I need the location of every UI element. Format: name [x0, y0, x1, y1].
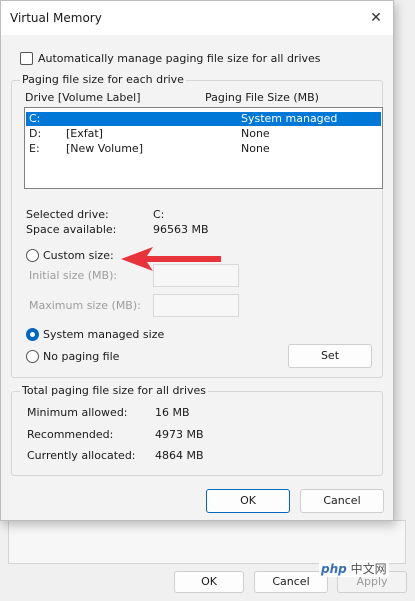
drive-row-c[interactable]: C: System managed [26, 112, 381, 126]
drive-letter: E: [29, 142, 40, 155]
no-paging-label[interactable]: No paging file [43, 350, 119, 363]
background-panel [8, 520, 406, 564]
drive-row-d[interactable]: D: [Exfat] None [26, 127, 381, 141]
drive-letter: C: [29, 112, 41, 125]
drive-paging-size: None [241, 127, 270, 140]
drive-list[interactable]: C: System managed D: [Exfat] None E: [Ne… [24, 107, 383, 189]
system-managed-label[interactable]: System managed size [43, 328, 164, 341]
custom-size-radio[interactable] [26, 249, 39, 262]
custom-size-label[interactable]: Custom size: [43, 249, 114, 262]
space-available-value: 96563 MB [153, 223, 209, 236]
auto-manage-checkbox[interactable] [20, 52, 33, 65]
red-arrow-annotation-icon [121, 247, 221, 271]
dialog-title: Virtual Memory [10, 11, 102, 25]
watermark-logo: php [321, 562, 347, 576]
no-paging-radio[interactable] [26, 350, 39, 363]
initial-size-label: Initial size (MB): [29, 269, 118, 282]
paging-group-label: Paging file size for each drive [20, 73, 186, 86]
maximum-size-input[interactable] [153, 294, 239, 317]
watermark: php 中文网 [319, 560, 389, 577]
column-header-size: Paging File Size (MB) [205, 91, 319, 104]
auto-manage-label[interactable]: Automatically manage paging file size fo… [38, 52, 321, 65]
virtual-memory-dialog: Virtual Memory ✕ Automatically manage pa… [0, 0, 394, 521]
set-button[interactable]: Set [288, 344, 372, 368]
currently-allocated-label: Currently allocated: [27, 449, 136, 462]
watermark-text: 中文网 [350, 562, 387, 576]
total-group-label: Total paging file size for all drives [20, 384, 209, 397]
cancel-button[interactable]: Cancel [300, 489, 384, 513]
background-ok-button[interactable]: OK [174, 571, 244, 593]
selected-drive-value: C: [153, 208, 165, 221]
close-icon[interactable]: ✕ [365, 7, 387, 29]
currently-allocated-value: 4864 MB [155, 449, 204, 462]
background-cancel-button[interactable]: Cancel [254, 571, 328, 593]
drive-paging-size: System managed [241, 112, 338, 125]
drive-letter: D: [29, 127, 42, 140]
recommended-value: 4973 MB [155, 428, 204, 441]
minimum-allowed-label: Minimum allowed: [27, 406, 128, 419]
space-available-label: Space available: [26, 223, 117, 236]
ok-button[interactable]: OK [206, 489, 290, 513]
drive-volume-label: [New Volume] [66, 142, 143, 155]
drive-volume-label: [Exfat] [66, 127, 103, 140]
title-bar: Virtual Memory ✕ [1, 1, 393, 35]
system-managed-radio[interactable] [26, 328, 39, 341]
maximum-size-label: Maximum size (MB): [29, 299, 141, 312]
drive-row-e[interactable]: E: [New Volume] None [26, 142, 381, 156]
selected-drive-label: Selected drive: [26, 208, 109, 221]
minimum-allowed-value: 16 MB [155, 406, 190, 419]
recommended-label: Recommended: [27, 428, 114, 441]
drive-paging-size: None [241, 142, 270, 155]
column-header-drive: Drive [Volume Label] [25, 91, 141, 104]
